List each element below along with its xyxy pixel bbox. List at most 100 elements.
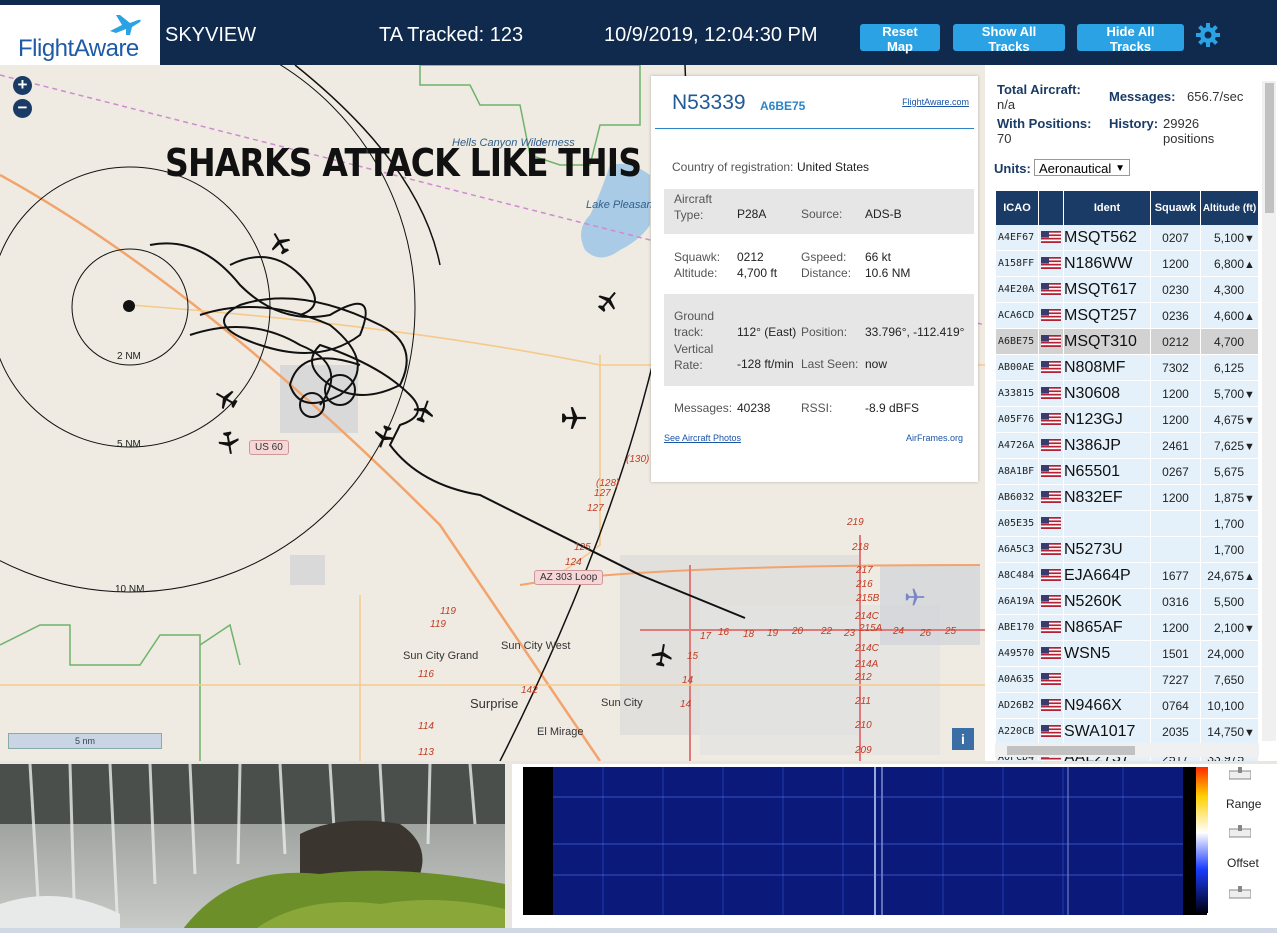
altitude-value: 1,700: [1213, 516, 1244, 531]
altitude-value: 10,100: [1207, 698, 1244, 713]
ring-label-5nm: 5 NM: [117, 439, 141, 450]
table-row[interactable]: AD26B2 N9466X 0764 10,100: [996, 693, 1258, 719]
spectrum-waterfall: [523, 767, 1207, 915]
offset-slider-handle[interactable]: [1229, 825, 1251, 839]
rssi-value: -8.9 dBFS: [865, 401, 920, 415]
exit-label: 216: [856, 579, 873, 590]
reset-map-button[interactable]: Reset Map: [860, 24, 940, 54]
table-row[interactable]: AB00AE N808MF 7302 6,125: [996, 355, 1258, 381]
altitude-value: 5,500: [1213, 594, 1244, 609]
column-header-ident[interactable]: Ident: [1064, 191, 1150, 225]
us-flag-icon: [1041, 673, 1061, 686]
table-row[interactable]: A0A635 7227 7,650: [996, 667, 1258, 693]
squawk-cell: 1200: [1151, 381, 1200, 407]
altitude-cell: 6,125: [1201, 355, 1258, 381]
slider-handle[interactable]: [1229, 886, 1251, 900]
us-flag-icon: [1041, 257, 1061, 270]
exit-label: 217: [856, 565, 873, 576]
table-row[interactable]: A6BE75 MSQT310 0212 4,700: [996, 329, 1258, 355]
table-row[interactable]: A33815 N30608 1200 5,700▼: [996, 381, 1258, 407]
aircraft-icon[interactable]: [596, 289, 620, 313]
altitude-value: 5,675: [1213, 464, 1244, 479]
with-positions-label: With Positions:: [997, 116, 1092, 131]
table-row[interactable]: A8C484 EJA664P 1677 24,675▲: [996, 563, 1258, 589]
flag-cell: [1039, 537, 1063, 563]
aircraft-icon[interactable]: [217, 431, 241, 455]
scrollbar-thumb[interactable]: [1007, 746, 1135, 755]
aircraft-icon[interactable]: [372, 425, 396, 449]
altitude-value: 24,675: [1207, 568, 1244, 583]
altitude-trend-icon: ▼: [1244, 492, 1255, 505]
aircraft-table: ICAO Ident Squawk Altitude (ft) A4EF67 M…: [995, 191, 1259, 761]
map-scale-bar: 5 nm: [8, 733, 162, 749]
aircraft-icon[interactable]: [412, 399, 436, 423]
aircraft-icon[interactable]: [214, 387, 238, 411]
airframes-link[interactable]: AirFrames.org: [906, 433, 963, 443]
table-row[interactable]: A6A19A N5260K 0316 5,500: [996, 589, 1258, 615]
altitude-cell: 24,000: [1201, 641, 1258, 667]
table-row[interactable]: A49570 WSN5 1501 24,000: [996, 641, 1258, 667]
squawk-cell: 0764: [1151, 693, 1200, 719]
aircraft-icon[interactable]: [268, 231, 292, 255]
exit-label: 25: [945, 626, 957, 637]
last-seen-label: Last Seen:: [801, 357, 859, 371]
us-flag-icon: [1041, 387, 1061, 400]
table-row[interactable]: A6A5C3 N5273U 1,700: [996, 537, 1258, 563]
flag-cell: [1039, 381, 1063, 407]
squawk-cell: 7227: [1151, 667, 1200, 693]
table-row[interactable]: A05E35 1,700: [996, 511, 1258, 537]
column-header-squawk[interactable]: Squawk: [1151, 191, 1200, 225]
units-select[interactable]: Aeronautical ▼: [1034, 159, 1130, 176]
scrollbar-thumb[interactable]: [1265, 83, 1274, 213]
column-header-flag[interactable]: [1039, 191, 1063, 225]
vertical-scrollbar[interactable]: [1262, 81, 1276, 741]
logo-plane-icon: [110, 15, 141, 35]
exit-label: 209: [855, 745, 872, 756]
icao-cell: A158FF: [996, 251, 1038, 277]
table-row[interactable]: A05F76 N123GJ 1200 4,675▼: [996, 407, 1258, 433]
exit-label: 18: [743, 629, 755, 640]
history-label: History:: [1109, 116, 1159, 131]
icao-cell: AB00AE: [996, 355, 1038, 381]
aircraft-photos-link[interactable]: See Aircraft Photos: [664, 433, 741, 443]
altitude-cell: 5,500: [1201, 589, 1258, 615]
exit-label: (130): [626, 454, 650, 465]
column-header-icao[interactable]: ICAO: [996, 191, 1038, 225]
zoom-out-button[interactable]: −: [13, 99, 32, 118]
table-row[interactable]: A4EF67 MSQT562 0207 5,100▼: [996, 225, 1258, 251]
range-slider-handle[interactable]: [1229, 767, 1251, 781]
exit-label: 119: [440, 606, 456, 617]
aircraft-icon[interactable]: [650, 643, 674, 667]
table-row[interactable]: A4726A N386JP 2461 7,625▼: [996, 433, 1258, 459]
squawk-cell: 1200: [1151, 407, 1200, 433]
aircraft-icon[interactable]: [561, 405, 587, 431]
zoom-in-button[interactable]: +: [13, 76, 32, 95]
us-flag-icon: [1041, 309, 1061, 322]
icao-cell: A33815: [996, 381, 1038, 407]
exit-label: 26: [920, 628, 932, 639]
horizontal-scrollbar[interactable]: [995, 743, 1259, 757]
table-row[interactable]: A8A1BF N65501 0267 5,675: [996, 459, 1258, 485]
us-flag-icon: [1041, 335, 1061, 348]
table-row[interactable]: ACA6CD MSQT257 0236 4,600▲: [996, 303, 1258, 329]
map-info-button[interactable]: i: [952, 728, 974, 750]
table-row[interactable]: A158FF N186WW 1200 6,800▲: [996, 251, 1258, 277]
altitude-label: Altitude:: [674, 266, 718, 280]
settings-gear-icon[interactable]: [1195, 22, 1221, 48]
map-view[interactable]: + − SHARKS ATTACK LIKE THIS 2 NM 5 NM 10…: [0, 65, 985, 761]
table-row[interactable]: AB6032 N832EF 1200 1,875▼: [996, 485, 1258, 511]
table-row[interactable]: A220CB SWA1017 2035 14,750▼: [996, 719, 1258, 745]
ident-cell: N5260K: [1064, 589, 1150, 615]
flightaware-logo[interactable]: FlightAware: [0, 5, 160, 65]
hide-all-tracks-button[interactable]: Hide All Tracks: [1077, 24, 1184, 54]
messages-value: 40238: [737, 401, 771, 415]
table-row[interactable]: A4E20A MSQT617 0230 4,300: [996, 277, 1258, 303]
park-boundary: [199, 623, 241, 666]
flightaware-link[interactable]: FlightAware.com: [902, 97, 969, 107]
place-surprise: Surprise: [470, 696, 519, 711]
history-value: 29926 positions: [1163, 116, 1215, 146]
show-all-tracks-button[interactable]: Show All Tracks: [953, 24, 1065, 54]
ident-cell: MSQT257: [1064, 303, 1150, 329]
column-header-altitude[interactable]: Altitude (ft): [1201, 191, 1258, 225]
table-row[interactable]: ABE170 N865AF 1200 2,100▼: [996, 615, 1258, 641]
